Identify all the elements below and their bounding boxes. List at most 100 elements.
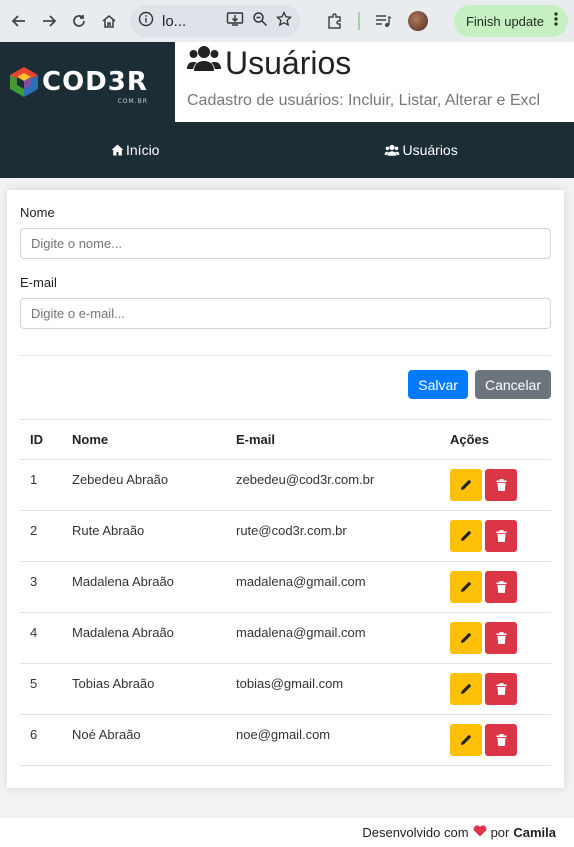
avatar[interactable] [408, 11, 428, 31]
cell-email: zebedeu@cod3r.com.br [226, 459, 440, 511]
kebab-icon[interactable] [554, 12, 558, 30]
cell-id: 5 [20, 663, 62, 715]
cancel-button[interactable]: Cancelar [474, 370, 551, 399]
url-text[interactable]: lo... [162, 13, 186, 30]
extensions-icon[interactable] [322, 8, 348, 34]
cell-actions [440, 459, 551, 511]
install-icon[interactable] [226, 11, 244, 32]
page-subtitle: Cadastro de usuários: Incluir, Listar, A… [187, 92, 541, 109]
finish-update-label: Finish update [465, 13, 544, 29]
cell-email: madalena@gmail.com [226, 561, 440, 613]
cell-id: 6 [20, 714, 62, 766]
nav-item-inicio-label: Início [126, 142, 160, 158]
table-row: 1 Zebedeu Abraão zebedeu@cod3r.com.br [20, 459, 551, 511]
table-header-row: ID Nome E-mail Ações [20, 419, 551, 460]
nav-item-usuarios[interactable]: Usuários [384, 142, 458, 158]
cell-name: Rute Abraão [62, 510, 226, 562]
table-row: 4 Madalena Abraão madalena@gmail.com [20, 612, 551, 664]
users-icon [385, 144, 400, 156]
pencil-icon [461, 531, 471, 541]
cell-id: 3 [20, 561, 62, 613]
trash-icon [496, 530, 506, 542]
cell-actions [440, 510, 551, 562]
pencil-icon [461, 480, 471, 490]
edit-button[interactable] [450, 622, 482, 654]
cell-id: 2 [20, 510, 62, 562]
edit-button[interactable] [450, 520, 482, 552]
column-header-email: E-mail [226, 419, 440, 460]
table-row: 5 Tobias Abraão tobias@gmail.com [20, 663, 551, 715]
logo-cube-icon [10, 67, 38, 97]
reload-icon[interactable] [66, 8, 92, 34]
users-table: ID Nome E-mail Ações 1 Zebedeu Abraão zebe… [20, 419, 551, 766]
cell-id: 4 [20, 612, 62, 664]
delete-button[interactable] [485, 520, 517, 552]
info-icon[interactable] [138, 11, 154, 32]
cell-email: noe@gmail.com [226, 714, 440, 766]
delete-button[interactable] [485, 724, 517, 756]
main-nav: Início Usuários [0, 122, 574, 178]
delete-button[interactable] [485, 622, 517, 654]
page-title-text: Usuários [225, 44, 352, 81]
trash-icon [496, 479, 506, 491]
cell-actions [440, 714, 551, 766]
address-bar[interactable]: lo... [130, 5, 300, 37]
email-input[interactable] [20, 298, 551, 329]
pencil-icon [461, 582, 471, 592]
footer-by: por [490, 825, 510, 840]
page-title: Usuários [187, 44, 574, 82]
cell-name: Madalena Abraão [62, 561, 226, 613]
browser-toolbar: lo... Finish update [0, 0, 574, 42]
delete-button[interactable] [485, 571, 517, 603]
cell-actions [440, 663, 551, 715]
form-actions: Salvar Cancelar [20, 370, 551, 399]
logo-text: COD3R COM.BR [42, 67, 148, 105]
table-row: 3 Madalena Abraão madalena@gmail.com [20, 561, 551, 613]
nav-item-inicio[interactable]: Início [111, 142, 159, 158]
cell-email: tobias@gmail.com [226, 663, 440, 715]
zoom-icon[interactable] [252, 11, 268, 32]
cell-id: 1 [20, 459, 62, 511]
forward-icon[interactable] [36, 8, 62, 34]
cell-name: Zebedeu Abraão [62, 459, 226, 511]
column-header-acoes: Ações [440, 419, 551, 460]
finish-update-button[interactable]: Finish update [453, 5, 568, 37]
form-divider [20, 355, 551, 356]
edit-button[interactable] [450, 724, 482, 756]
edit-button[interactable] [450, 673, 482, 705]
column-header-id: ID [20, 419, 62, 460]
edit-button[interactable] [450, 469, 482, 501]
cell-name: Tobias Abraão [62, 663, 226, 715]
trash-icon [496, 734, 506, 746]
table-row: 6 Noé Abraão noe@gmail.com [20, 714, 551, 766]
delete-button[interactable] [485, 469, 517, 501]
heart-icon [473, 825, 487, 840]
column-header-nome: Nome [62, 419, 226, 460]
toolbar-divider [358, 12, 360, 30]
save-button[interactable]: Salvar [408, 370, 468, 399]
star-icon[interactable] [275, 10, 293, 32]
cell-email: madalena@gmail.com [226, 612, 440, 664]
nav-item-usuarios-label: Usuários [402, 142, 458, 158]
trash-icon [496, 581, 506, 593]
cell-actions [440, 612, 551, 664]
home-icon[interactable] [96, 8, 122, 34]
name-input[interactable] [20, 228, 551, 259]
app-header: COD3R COM.BR Usuários Cadastro de usuári… [0, 42, 574, 122]
email-label: E-mail [20, 275, 57, 290]
media-icon[interactable] [370, 8, 396, 34]
name-label: Nome [20, 205, 55, 220]
cell-name: Noé Abraão [62, 714, 226, 766]
edit-button[interactable] [450, 571, 482, 603]
title-area: Usuários Cadastro de usuários: Incluir, … [175, 42, 574, 122]
logo[interactable]: COD3R COM.BR [0, 42, 175, 122]
pencil-icon [461, 735, 471, 745]
trash-icon [496, 683, 506, 695]
users-icon [187, 44, 221, 82]
table-row: 2 Rute Abraão rute@cod3r.com.br [20, 510, 551, 562]
footer-author: Camila [513, 825, 556, 840]
footer-text: Desenvolvido com [362, 825, 469, 840]
back-icon[interactable] [6, 8, 32, 34]
pencil-icon [461, 684, 471, 694]
delete-button[interactable] [485, 673, 517, 705]
